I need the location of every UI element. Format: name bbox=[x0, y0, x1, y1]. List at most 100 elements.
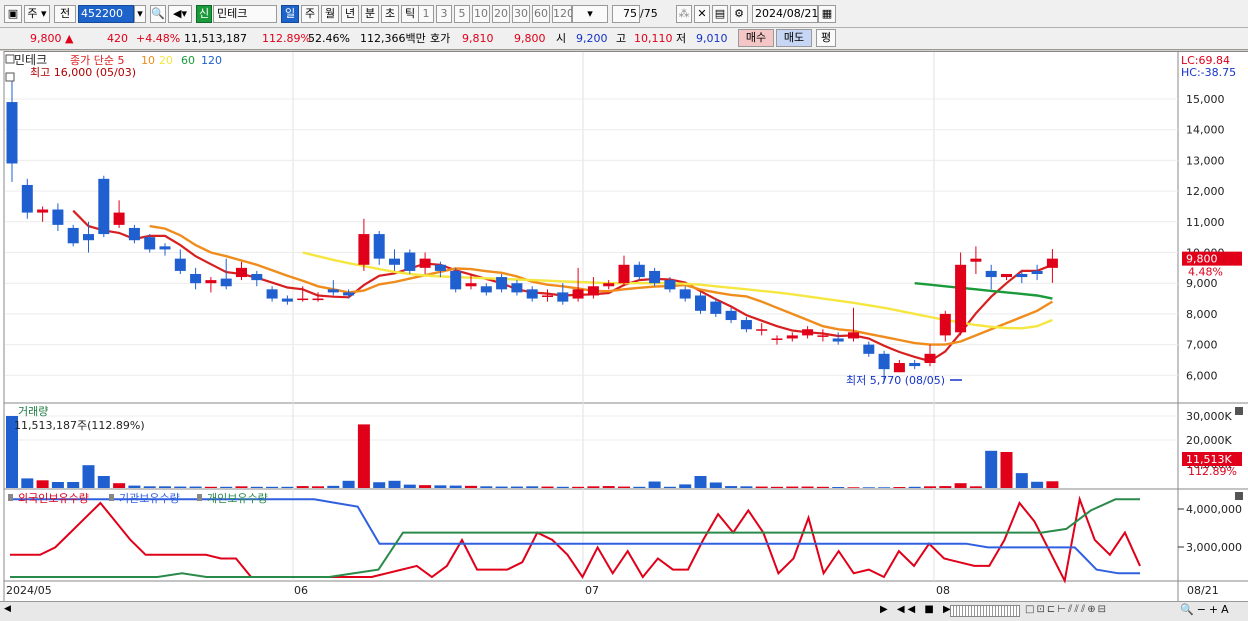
period-4[interactable]: 분 bbox=[361, 5, 379, 23]
candle-body bbox=[220, 278, 232, 287]
candle-body bbox=[740, 320, 752, 330]
candle-body bbox=[496, 277, 508, 290]
prev-button[interactable]: 전 bbox=[54, 5, 76, 23]
volume-bar bbox=[67, 482, 80, 488]
price-tick-label: 8,000 bbox=[1186, 308, 1218, 321]
candle-body bbox=[343, 292, 355, 296]
period-0[interactable]: 일 bbox=[281, 5, 299, 23]
volume-bar bbox=[419, 485, 432, 488]
volume-bar bbox=[893, 487, 906, 488]
minute-5[interactable]: 5 bbox=[454, 5, 470, 23]
minute-10[interactable]: 10 bbox=[472, 5, 490, 23]
minute-1[interactable]: 1 bbox=[418, 5, 434, 23]
period-1[interactable]: 주 bbox=[301, 5, 319, 23]
panel-close-icon bbox=[1235, 407, 1243, 415]
scroll-bar[interactable]: ◀ ▶ ◀◀ ■ ▶▶ □⊡⊏⊢⫽⫽⫽⊕⊟ 🔍−+A bbox=[0, 601, 1248, 621]
candle-body bbox=[312, 298, 324, 301]
search-icon[interactable]: 🔍 bbox=[150, 5, 166, 23]
eval-button[interactable]: 평 bbox=[816, 29, 836, 47]
count-input[interactable]: 75 bbox=[612, 5, 640, 23]
period-2[interactable]: 월 bbox=[321, 5, 339, 23]
volume-bar bbox=[82, 465, 95, 488]
candle-body bbox=[1031, 270, 1043, 274]
speaker-icon[interactable]: ◀▾ bbox=[168, 5, 192, 23]
volume-bar bbox=[908, 486, 921, 488]
volume-bar bbox=[847, 487, 860, 488]
candle-body bbox=[618, 264, 630, 284]
period-5[interactable]: 초 bbox=[381, 5, 399, 23]
candle-body bbox=[21, 184, 33, 213]
price-tick-label: 12,000 bbox=[1186, 185, 1225, 198]
volume-bar bbox=[679, 484, 692, 488]
volume-info: 11,513,187주(112.89%) bbox=[14, 419, 145, 432]
save-icon[interactable]: ▤ bbox=[712, 5, 728, 23]
link-icon[interactable]: ⁂ bbox=[676, 5, 692, 23]
scroll-left-icon[interactable]: ◀ bbox=[4, 604, 14, 618]
candle-body bbox=[649, 270, 661, 284]
market-select[interactable]: 주 ▾ bbox=[24, 5, 50, 23]
volume-bar bbox=[618, 486, 630, 488]
panel-close-icon bbox=[1235, 492, 1243, 500]
last-price-pct: 4.48% bbox=[1188, 266, 1223, 279]
candle-body bbox=[557, 292, 569, 302]
stock-name-field[interactable]: 민테크 bbox=[213, 5, 277, 23]
zoom-controls[interactable]: 🔍−+A bbox=[1180, 603, 1232, 616]
period-3[interactable]: 년 bbox=[341, 5, 359, 23]
minute-120[interactable]: 120 bbox=[552, 5, 574, 23]
candle-body bbox=[281, 298, 293, 302]
volume-bar bbox=[786, 486, 799, 488]
price-tick-label: 11,000 bbox=[1186, 216, 1225, 229]
stock-code-input[interactable]: 452200 bbox=[78, 5, 134, 23]
window-icon[interactable]: ▣ bbox=[4, 5, 22, 23]
period-6[interactable]: 틱 bbox=[401, 5, 419, 23]
price-tick-label: 9,000 bbox=[1186, 277, 1218, 290]
crosshair-icon[interactable]: ✕ bbox=[694, 5, 710, 23]
low-label: 저 bbox=[676, 32, 687, 45]
minute-60[interactable]: 60 bbox=[532, 5, 550, 23]
gear-icon[interactable]: ⚙ bbox=[730, 5, 748, 23]
minute-dropdown[interactable]: ▾ bbox=[572, 5, 608, 23]
candle-body bbox=[863, 344, 875, 354]
legend-swatch bbox=[109, 494, 114, 501]
buy-button[interactable]: 매수 bbox=[738, 29, 774, 47]
ma-period-60: 60 bbox=[181, 54, 195, 67]
candle-body bbox=[756, 329, 768, 331]
volume-bar bbox=[357, 424, 370, 488]
volume-bar bbox=[373, 482, 386, 488]
date-input[interactable]: 2024/08/21 bbox=[752, 5, 818, 23]
panel-menu-icon bbox=[5, 72, 15, 82]
x-axis-label: 08/21 bbox=[1187, 584, 1219, 597]
holding-tick-label: 4,000,000 bbox=[1186, 503, 1242, 516]
sell-button[interactable]: 매도 bbox=[776, 29, 812, 47]
legend-0: 외국인보유수량 bbox=[18, 492, 89, 505]
volume-ratio: 112.89% bbox=[262, 32, 311, 45]
open-price: 9,200 bbox=[576, 32, 608, 45]
candle-body bbox=[970, 258, 982, 262]
high-price: 10,110 bbox=[634, 32, 673, 45]
volume-bar bbox=[740, 486, 753, 488]
current-price: 9,800 ▲ bbox=[30, 32, 74, 45]
candle-body bbox=[909, 363, 921, 367]
minute-30[interactable]: 30 bbox=[512, 5, 530, 23]
volume-bar bbox=[771, 486, 783, 488]
price-tick-label: 14,000 bbox=[1186, 124, 1225, 137]
minute-3[interactable]: 3 bbox=[436, 5, 452, 23]
calendar-icon[interactable]: ▦ bbox=[818, 5, 836, 23]
chart-area[interactable]: 15,00014,00013,00012,00011,00010,0009,00… bbox=[0, 51, 1248, 601]
ma-ma60-line bbox=[914, 282, 1053, 300]
drawing-tools-icons[interactable]: □⊡⊏⊢⫽⫽⫽⊕⊟ bbox=[1025, 604, 1108, 615]
candle-body bbox=[955, 264, 967, 333]
volume-bar bbox=[725, 486, 738, 488]
legend-1: 기관보유수량 bbox=[119, 492, 180, 505]
code-dropdown-icon[interactable]: ▾ bbox=[134, 5, 146, 23]
candle-body bbox=[128, 227, 140, 241]
minute-20[interactable]: 20 bbox=[492, 5, 510, 23]
volume-bar bbox=[572, 486, 585, 488]
candle-body bbox=[113, 212, 125, 225]
candle-body bbox=[98, 178, 110, 235]
legend-2: 개인보유수량 bbox=[207, 492, 268, 505]
volume-bar bbox=[832, 487, 845, 488]
scroll-thumb[interactable] bbox=[950, 605, 1020, 617]
volume-bar bbox=[602, 486, 615, 488]
candle-body bbox=[725, 310, 737, 321]
